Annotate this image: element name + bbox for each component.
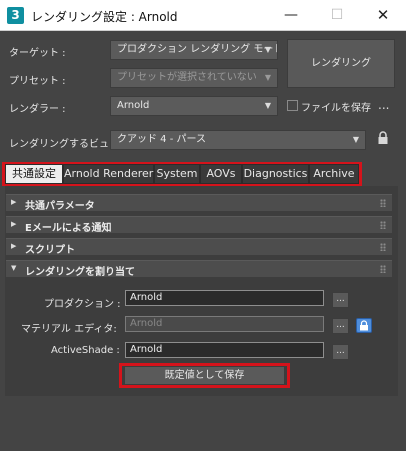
- save-file-label: ファイルを保存: [301, 103, 371, 114]
- rollout-common-parameters[interactable]: ▶ 共通パラメータ: [6, 194, 392, 212]
- renderer-label: レンダラー :: [9, 104, 66, 115]
- activeshade-label: ActiveShade :: [51, 345, 120, 356]
- chevron-right-icon: ▶: [11, 220, 17, 228]
- tab-arnold-renderer[interactable]: Arnold Renderer: [63, 164, 154, 184]
- rollout-label: 共通パラメータ: [25, 201, 95, 212]
- rollout-label: スクリプト: [25, 245, 75, 256]
- chevron-down-icon: ▼: [352, 135, 359, 144]
- target-value: プロダクション レンダリング モード: [117, 44, 278, 55]
- target-label: ターゲット :: [9, 48, 66, 59]
- tab-common-settings[interactable]: 共通設定: [5, 164, 63, 184]
- rollout-label: レンダリングを割り当て: [25, 267, 135, 278]
- app-3dsmax-icon: 3: [7, 7, 24, 24]
- chevron-right-icon: ▶: [11, 242, 17, 250]
- activeshade-browse-button[interactable]: ...: [332, 344, 349, 360]
- preset-label: プリセット :: [9, 76, 66, 87]
- minimize-button[interactable]: —: [268, 0, 314, 31]
- renderer-value: Arnold: [117, 100, 150, 111]
- tab-diagnostics[interactable]: Diagnostics: [242, 164, 309, 184]
- chevron-down-icon: ▼: [11, 264, 17, 272]
- grip-icon: [380, 265, 386, 273]
- tab-system[interactable]: System: [154, 164, 200, 184]
- grip-icon: [380, 221, 386, 229]
- renderer-dropdown[interactable]: Arnold ▼: [110, 96, 278, 116]
- production-browse-button[interactable]: ...: [332, 292, 349, 308]
- render-button[interactable]: レンダリング: [287, 39, 395, 88]
- production-field[interactable]: Arnold: [125, 290, 324, 306]
- save-file-checkbox[interactable]: [287, 100, 298, 111]
- view-dropdown[interactable]: クアッド 4 - パース ▼: [110, 130, 366, 150]
- rollout-scripts[interactable]: ▶ スクリプト: [6, 238, 392, 256]
- material-editor-label: マテリアル エディタ:: [21, 324, 117, 335]
- rollout-label: Eメールによる通知: [25, 223, 112, 234]
- target-dropdown[interactable]: プロダクション レンダリング モード ▼: [110, 40, 278, 60]
- lock-icon: [360, 320, 368, 331]
- view-label: レンダリングするビュー :: [9, 139, 126, 150]
- save-as-default-button[interactable]: 既定値として保存: [124, 366, 285, 385]
- preset-value: プリセットが選択されていない: [117, 72, 257, 83]
- material-editor-browse-button[interactable]: ...: [332, 318, 349, 334]
- material-lock-button[interactable]: [356, 318, 372, 333]
- rollout-assign-renderer[interactable]: ▼ レンダリングを割り当て: [6, 260, 392, 278]
- chevron-down-icon: ▼: [264, 45, 271, 54]
- production-label: プロダクション :: [44, 299, 121, 310]
- view-value: クアッド 4 - パース: [117, 134, 207, 145]
- chevron-down-icon: ▼: [264, 73, 271, 82]
- tab-archive[interactable]: Archive: [309, 164, 359, 184]
- material-editor-field[interactable]: Arnold: [125, 316, 324, 332]
- preset-dropdown[interactable]: プリセットが選択されていない ▼: [110, 68, 278, 88]
- close-button[interactable]: ✕: [360, 0, 406, 31]
- grip-icon: [380, 199, 386, 207]
- activeshade-field[interactable]: Arnold: [125, 342, 324, 358]
- window-title: レンダリング設定 : Arnold: [31, 10, 178, 24]
- tab-aovs[interactable]: AOVs: [200, 164, 242, 184]
- chevron-down-icon: ▼: [264, 101, 271, 110]
- save-file-browse-button[interactable]: ...: [378, 98, 389, 112]
- chevron-right-icon: ▶: [11, 198, 17, 206]
- rollout-email-notification[interactable]: ▶ Eメールによる通知: [6, 216, 392, 234]
- title-bar: 3 レンダリング設定 : Arnold — ☐ ✕: [0, 0, 406, 31]
- grip-icon: [380, 243, 386, 251]
- maximize-button[interactable]: ☐: [314, 0, 360, 31]
- lock-icon[interactable]: [377, 131, 389, 145]
